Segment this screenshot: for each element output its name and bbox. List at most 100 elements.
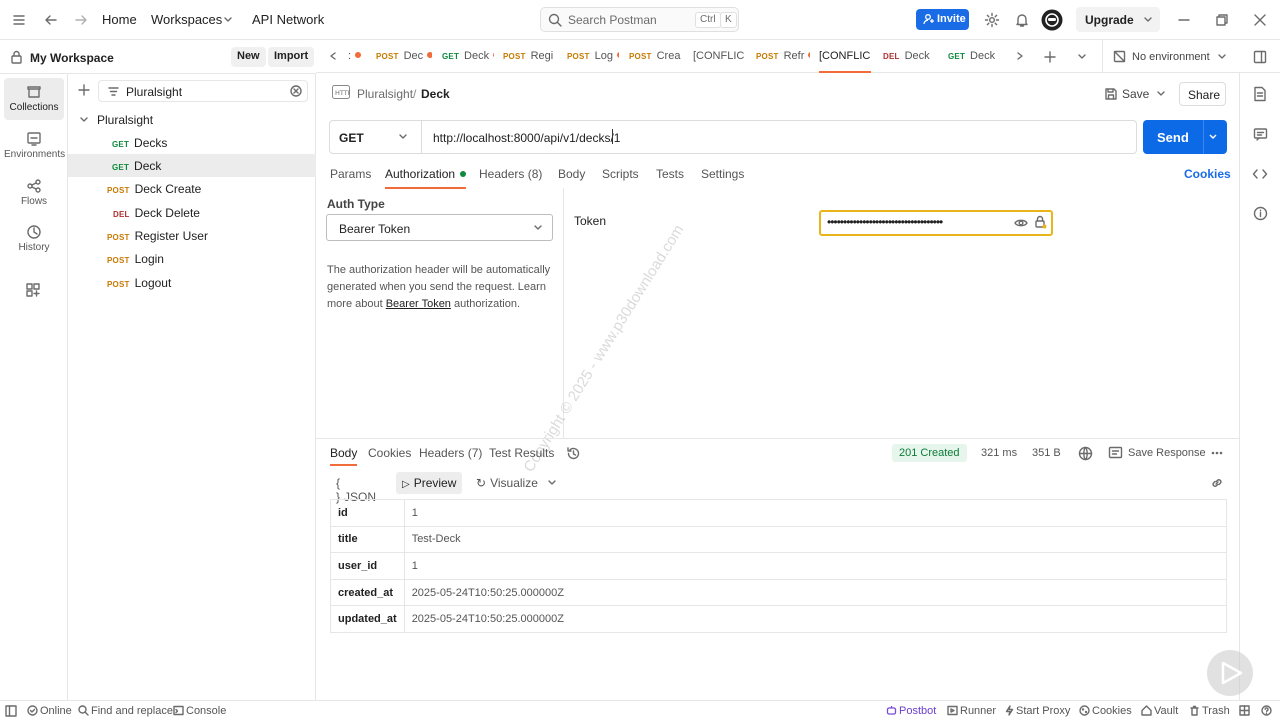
list-item[interactable]: POST Register User xyxy=(68,224,316,247)
tab-item[interactable]: POST Crea xyxy=(629,40,683,73)
chevron-down-icon[interactable] xyxy=(1156,89,1166,99)
bearer-token-link[interactable]: Bearer Token xyxy=(386,298,451,310)
scroll-tabs-left-icon[interactable] xyxy=(328,51,338,61)
save-button[interactable]: Save xyxy=(1096,83,1176,105)
filter-input[interactable]: Pluralsight xyxy=(98,80,308,102)
format-json[interactable]: { } JSON xyxy=(330,472,382,504)
trash-button[interactable]: Trash xyxy=(1202,705,1230,717)
documentation-icon[interactable] xyxy=(1253,86,1267,102)
list-item[interactable]: POST Deck Create xyxy=(68,177,316,200)
tab-item[interactable]: POST Refr xyxy=(756,40,810,73)
close-window-icon[interactable] xyxy=(1253,13,1267,27)
tab-item[interactable]: POST Regi xyxy=(503,40,553,73)
list-item[interactable]: POST Logout xyxy=(68,271,316,294)
runner-button[interactable]: Runner xyxy=(960,705,996,717)
cookies-button[interactable]: Cookies xyxy=(1092,705,1132,717)
more-apps-grid-icon[interactable] xyxy=(25,282,41,298)
network-globe-icon[interactable] xyxy=(1078,446,1093,461)
settings-gear-icon[interactable] xyxy=(984,12,1000,28)
list-item[interactable]: POST Login xyxy=(68,247,316,270)
home-link[interactable]: Home xyxy=(102,12,137,27)
invite-button[interactable]: Invite xyxy=(916,9,969,30)
code-icon[interactable] xyxy=(1252,167,1268,181)
tab-settings[interactable]: Settings xyxy=(701,167,744,189)
tab-item[interactable]: POST Log xyxy=(567,40,619,73)
url-input[interactable]: http://localhost:8000/api/v1/decks/1 xyxy=(433,131,620,145)
tab-item-active[interactable]: [CONFLIC xyxy=(819,40,871,73)
back-arrow-icon[interactable] xyxy=(44,13,58,27)
scroll-tabs-right-icon[interactable] xyxy=(1015,51,1025,61)
upgrade-button[interactable]: Upgrade xyxy=(1076,7,1160,32)
comments-icon[interactable] xyxy=(1253,127,1268,142)
status-badge[interactable]: 201 Created xyxy=(892,444,967,462)
chevron-down-icon[interactable] xyxy=(1143,15,1153,25)
save-response-icon[interactable] xyxy=(1108,446,1123,459)
online-status[interactable]: Online xyxy=(40,705,72,717)
request-title[interactable]: Deck xyxy=(421,87,450,101)
new-tab-plus-icon[interactable] xyxy=(1043,50,1057,64)
tab-item[interactable]: : xyxy=(348,40,366,73)
tab-item[interactable]: GET Deck xyxy=(948,40,998,73)
console-button[interactable]: Console xyxy=(186,705,226,717)
tab-item[interactable]: DEL Deck xyxy=(883,40,935,73)
tab-headers[interactable]: Headers (8) xyxy=(479,167,542,189)
save-response-button[interactable]: Save Response xyxy=(1128,447,1206,459)
environment-selector[interactable]: No environment xyxy=(1102,40,1238,73)
tabs-overflow-chevron-icon[interactable] xyxy=(1077,52,1087,62)
copy-link-icon[interactable] xyxy=(1210,476,1224,490)
format-visualize[interactable]: ↻ Visualize xyxy=(470,472,544,494)
cookies-link[interactable]: Cookies xyxy=(1184,167,1231,189)
share-button[interactable]: Share xyxy=(1179,82,1226,106)
auth-type-select[interactable]: Bearer Token xyxy=(326,214,553,241)
video-play-badge[interactable] xyxy=(1207,650,1253,696)
collection-pluralsight[interactable]: Pluralsight xyxy=(68,108,316,131)
tab-item[interactable]: [CONFLIC xyxy=(693,40,747,73)
postbot-button[interactable]: Postbot xyxy=(899,705,936,717)
api-network-link[interactable]: API Network xyxy=(252,12,324,27)
tab-item[interactable]: POST Dec xyxy=(376,40,432,73)
tab-tests[interactable]: Tests xyxy=(656,167,684,189)
list-item[interactable]: GET Deck xyxy=(68,154,316,177)
avatar[interactable] xyxy=(1041,9,1063,31)
tab-scripts[interactable]: Scripts xyxy=(602,167,639,189)
more-options-icon[interactable] xyxy=(1210,447,1224,459)
sidebar-item-flows[interactable]: Flows xyxy=(4,172,64,214)
find-and-replace[interactable]: Find and replace xyxy=(91,705,173,717)
search-input[interactable]: Search Postman Ctrl K xyxy=(540,7,739,32)
chevron-down-icon[interactable] xyxy=(223,15,233,25)
token-input[interactable]: •••••••••••••••••••••••••••••••••••• xyxy=(819,210,1053,236)
response-tab-body[interactable]: Body xyxy=(330,446,358,466)
tab-item[interactable]: GET Deck xyxy=(442,40,494,73)
response-size[interactable]: 351 B xyxy=(1032,447,1061,459)
send-options-chevron-icon[interactable] xyxy=(1208,132,1218,142)
import-button[interactable]: Import xyxy=(268,47,315,67)
layout-grid-icon[interactable] xyxy=(1239,705,1250,716)
clear-filter-icon[interactable] xyxy=(290,85,302,97)
sidebar-item-environments[interactable]: Environments xyxy=(4,125,65,167)
response-tab-cookies[interactable]: Cookies xyxy=(368,446,411,466)
new-button[interactable]: New xyxy=(231,47,266,67)
response-tab-headers[interactable]: Headers (7) xyxy=(419,446,482,466)
info-icon[interactable] xyxy=(1253,206,1268,221)
list-item[interactable]: GET Decks xyxy=(68,131,316,154)
tab-authorization[interactable]: Authorization xyxy=(385,167,467,189)
response-tab-test-results[interactable]: Test Results xyxy=(489,446,554,466)
breadcrumb-parent[interactable]: Pluralsight xyxy=(357,87,413,101)
notifications-bell-icon[interactable] xyxy=(1014,12,1030,28)
chevron-down-icon[interactable] xyxy=(547,478,557,488)
send-button[interactable]: Send xyxy=(1143,120,1227,154)
start-proxy-button[interactable]: Start Proxy xyxy=(1016,705,1070,717)
workspace-name[interactable]: My Workspace xyxy=(30,51,114,65)
sidebar-item-collections[interactable]: Collections xyxy=(4,78,64,120)
workspaces-menu[interactable]: Workspaces xyxy=(151,12,222,27)
restore-window-icon[interactable] xyxy=(1215,13,1229,27)
add-collection-plus-icon[interactable] xyxy=(77,83,91,97)
sidebar-item-history[interactable]: History xyxy=(4,218,64,260)
secret-lock-icon[interactable] xyxy=(1034,215,1214,229)
forward-arrow-icon[interactable] xyxy=(74,13,88,27)
list-item[interactable]: DEL Deck Delete xyxy=(68,201,316,224)
minimize-icon[interactable] xyxy=(1177,13,1191,27)
menu-icon[interactable] xyxy=(12,13,26,27)
vault-button[interactable]: Vault xyxy=(1154,705,1178,717)
response-history-icon[interactable] xyxy=(566,446,581,461)
